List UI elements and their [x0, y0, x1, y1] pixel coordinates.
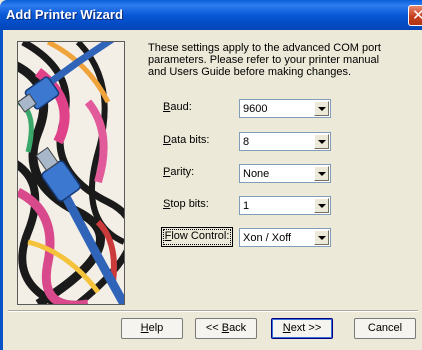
- button-divider: [8, 310, 418, 312]
- back-button[interactable]: << Back: [195, 318, 257, 339]
- parity-value: None: [243, 168, 270, 180]
- next-accesskey: N: [282, 322, 291, 334]
- baud-value: 9600: [243, 103, 268, 115]
- cancel-button[interactable]: Cancel: [354, 318, 416, 339]
- data-bits-label-text: ata bits:: [170, 134, 210, 146]
- back-accesskey: B: [221, 322, 230, 334]
- chevron-down-icon[interactable]: [314, 134, 329, 149]
- data-bits-dropdown[interactable]: 8: [239, 132, 331, 151]
- chevron-down-icon[interactable]: [314, 230, 329, 245]
- focus-rectangle: [163, 229, 231, 245]
- back-label: ack: [229, 322, 247, 334]
- window-title: Add Printer Wizard: [6, 7, 123, 22]
- flow-control-button[interactable]: Flow Control:: [161, 227, 233, 247]
- baud-label-text: aud:: [170, 101, 192, 113]
- stop-bits-label: Stop bits:: [163, 198, 209, 210]
- description-text: These settings apply to the advanced COM…: [148, 42, 381, 78]
- flow-control-value: Xon / Xoff: [243, 232, 292, 244]
- parity-label: Parity:: [163, 166, 194, 178]
- stop-bits-label-text: top bits:: [170, 198, 209, 210]
- data-bits-value: 8: [243, 136, 250, 148]
- next-label: ext >>: [290, 322, 322, 334]
- baud-label: Baud:: [163, 101, 192, 113]
- wizard-side-artwork: [17, 41, 125, 305]
- close-icon: ✕: [412, 6, 422, 24]
- chevron-down-icon[interactable]: [314, 198, 329, 213]
- data-bits-label-accesskey: D: [163, 134, 171, 146]
- add-printer-wizard-window: Add Printer Wizard ✕ These settings appl…: [0, 0, 422, 350]
- flow-control-dropdown[interactable]: Xon / Xoff: [239, 228, 331, 247]
- help-label: elp: [148, 322, 164, 334]
- title-bar[interactable]: Add Printer Wizard ✕: [0, 0, 422, 30]
- next-button[interactable]: Next >>: [271, 318, 333, 339]
- parity-dropdown[interactable]: None: [239, 164, 331, 183]
- stop-bits-dropdown[interactable]: 1: [239, 196, 331, 215]
- help-accesskey: H: [140, 322, 149, 334]
- back-prefix: <<: [205, 322, 222, 334]
- data-bits-label: Data bits:: [163, 134, 209, 146]
- baud-dropdown[interactable]: 9600: [239, 99, 331, 118]
- parity-label-text: arity:: [170, 166, 195, 178]
- chevron-down-icon[interactable]: [314, 101, 329, 116]
- printer-cable-illustration: [18, 42, 124, 304]
- stop-bits-value: 1: [243, 200, 250, 212]
- chevron-down-icon[interactable]: [314, 166, 329, 181]
- close-button[interactable]: ✕: [408, 5, 422, 26]
- help-button[interactable]: Help: [121, 318, 183, 339]
